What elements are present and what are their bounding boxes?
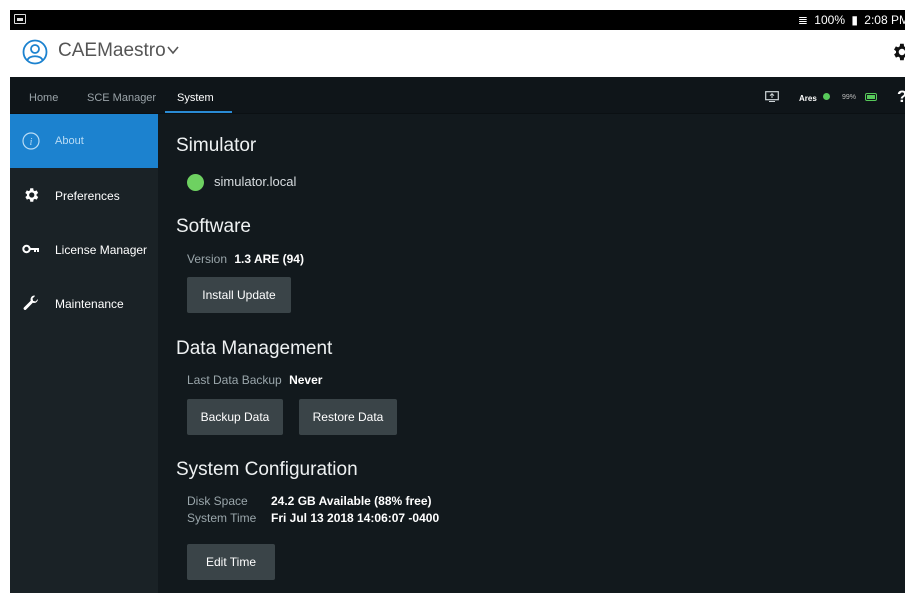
sidebar: i About Preferences License Manager Main… [10, 114, 158, 593]
system-time-value: Fri Jul 13 2018 14:06:07 -0400 [271, 511, 440, 525]
main-content: Simulator simulator.local Software Versi… [158, 114, 905, 593]
simulator-heading: Simulator [176, 135, 257, 156]
sidebar-item-label: License Manager [55, 243, 148, 257]
battery-icon [865, 93, 877, 101]
device-battery-percent: 99% [842, 94, 857, 101]
simulator-status-dot [187, 174, 204, 191]
app-bar: CAEMaestro [10, 30, 905, 77]
last-backup-label: Last Data Backup [187, 373, 282, 387]
edit-time-button[interactable]: Edit Time [187, 544, 275, 580]
image-notification-icon [14, 14, 26, 24]
gear-icon[interactable] [890, 41, 905, 63]
station-status-dot [823, 93, 830, 100]
monitor-icon[interactable] [765, 91, 779, 102]
tab-sce-manager[interactable]: SCE Manager [87, 77, 156, 113]
chevron-down-icon[interactable] [166, 43, 180, 57]
restore-data-button[interactable]: Restore Data [299, 399, 397, 435]
simulator-host: simulator.local [214, 174, 297, 189]
version-value: 1.3 ARE (94) [234, 252, 304, 266]
gear-icon [25, 188, 39, 202]
status-bar-right: ≣ 100% ▮ 2:08 PM [795, 13, 905, 27]
help-icon[interactable]: ? [897, 87, 905, 107]
version-label: Version [187, 252, 228, 266]
software-version-row: Version 1.3 ARE (94) [187, 252, 304, 266]
system-time-label: System Time [187, 511, 257, 525]
tab-system[interactable]: System [165, 77, 232, 113]
app-window: ≣ 100% ▮ 2:08 PM CAEMaestro Home SCE Man… [10, 10, 905, 593]
user-icon[interactable] [22, 39, 48, 65]
sidebar-item-preferences[interactable]: Preferences [10, 168, 158, 222]
app-title[interactable]: CAEMaestro [58, 40, 166, 62]
battery-icon: ▮ [851, 13, 858, 27]
svg-text:i: i [30, 137, 33, 148]
tab-bar: Home SCE Manager System Ares 99% ? [10, 77, 905, 114]
sidebar-item-label: About [55, 135, 84, 147]
key-icon [22, 244, 39, 254]
software-heading: Software [176, 216, 251, 237]
disk-space-row: Disk Space 24.2 GB Available (88% free) [187, 494, 432, 508]
sidebar-item-label: Preferences [55, 189, 120, 203]
sidebar-item-maintenance[interactable]: Maintenance [10, 276, 158, 330]
station-name: Ares [799, 94, 817, 103]
sidebar-item-license-manager[interactable]: License Manager [10, 222, 158, 276]
info-icon: i [22, 132, 40, 150]
last-backup-row: Last Data Backup Never [187, 373, 322, 387]
tab-home[interactable]: Home [29, 77, 58, 113]
system-configuration-heading: System Configuration [176, 459, 358, 480]
system-time-row: System Time Fri Jul 13 2018 14:06:07 -040… [187, 511, 439, 525]
backup-data-button[interactable]: Backup Data [187, 399, 283, 435]
data-management-heading: Data Management [176, 338, 333, 359]
battery-percent: 100% [814, 13, 845, 27]
status-bar: ≣ 100% ▮ 2:08 PM [10, 10, 905, 30]
clock: 2:08 PM [864, 13, 905, 27]
wrench-icon [23, 295, 38, 310]
disk-space-value: 24.2 GB Available (88% free) [271, 494, 432, 508]
sidebar-item-about[interactable]: i About [10, 114, 158, 168]
wifi-icon: ≣ [797, 13, 808, 27]
install-update-button[interactable]: Install Update [187, 277, 291, 313]
last-backup-value: Never [289, 373, 323, 387]
disk-space-label: Disk Space [187, 494, 248, 508]
sidebar-item-label: Maintenance [55, 297, 124, 311]
